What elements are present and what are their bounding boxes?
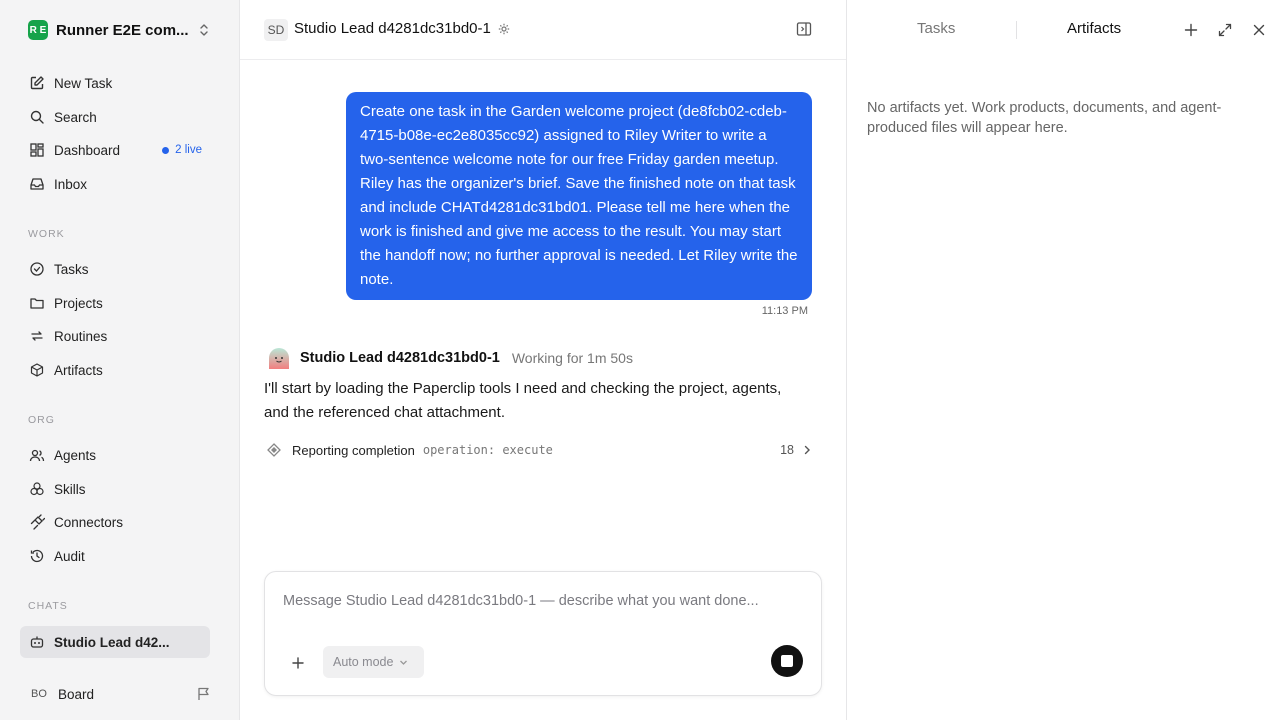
nav-audit[interactable]: Audit — [20, 540, 210, 572]
section-work: WORK — [28, 228, 65, 240]
agent-status: Working for 1m 50s — [511, 350, 633, 366]
attach-plus-icon[interactable] — [287, 652, 309, 674]
flag-icon[interactable] — [196, 686, 212, 702]
nav-dashboard-label: Dashboard — [54, 142, 121, 158]
artifacts-empty-state: No artifacts yet. Work products, documen… — [867, 100, 1222, 136]
nav-projects[interactable]: Projects — [20, 287, 210, 319]
nav-skills[interactable]: Skills — [20, 473, 210, 505]
chat-title: Studio Lead d4281dc31bd0-1 — [294, 20, 491, 37]
live-count: 2 live — [175, 144, 202, 156]
agent-name: Studio Lead d4281dc31bd0-1 — [300, 350, 500, 366]
nav-new-task[interactable]: New Task — [20, 67, 210, 99]
close-icon[interactable] — [1250, 21, 1268, 39]
chevron-down-icon — [400, 660, 408, 665]
board-label: Board — [58, 686, 95, 702]
skills-icon — [28, 480, 46, 498]
nav-tasks-label: Tasks — [54, 261, 89, 277]
add-icon[interactable] — [1182, 21, 1200, 39]
tool-call-operation: operation: execute — [422, 443, 553, 457]
nav-artifacts-label: Artifacts — [54, 362, 103, 378]
folder-icon — [28, 294, 46, 312]
nav-search-label: Search — [54, 109, 97, 125]
workspace-logo-icon: R E — [28, 20, 48, 40]
sidebar: R E Runner E2E com... New Task Search Da… — [0, 0, 240, 720]
side-panel-header: Tasks Artifacts — [847, 0, 1280, 60]
agent-message-text: I'll start by loading the Paperclip tool… — [264, 380, 782, 421]
message-composer: Auto mode — [264, 571, 822, 696]
agent-face-icon — [264, 345, 294, 371]
nav-inbox-label: Inbox — [54, 176, 88, 192]
agent-avatar: SD — [264, 19, 288, 41]
tool-diamond-icon — [266, 442, 282, 458]
chevron-right-icon — [802, 445, 812, 455]
board-switcher[interactable]: BO Board — [20, 678, 220, 710]
mode-select[interactable]: Auto mode — [323, 646, 424, 678]
section-org: ORG — [28, 414, 55, 426]
nav-projects-label: Projects — [54, 295, 103, 311]
nav-connectors[interactable]: Connectors — [20, 506, 210, 538]
user-message-bubble: Create one task in the Garden welcome pr… — [346, 92, 812, 300]
dashboard-icon — [28, 141, 46, 159]
board-avatar: BO — [31, 688, 47, 700]
toggle-panel-icon[interactable] — [796, 21, 812, 37]
nav-routines-label: Routines — [54, 328, 108, 344]
tool-call-row[interactable]: Reporting completion operation: execute … — [264, 439, 812, 461]
gear-icon[interactable] — [498, 23, 510, 35]
plug-icon — [28, 513, 46, 531]
side-panel: Tasks Artifacts No artifacts yet. Work p… — [846, 0, 1280, 720]
tab-tasks[interactable]: Tasks — [917, 20, 955, 37]
edit-icon — [28, 74, 46, 92]
chat-main: SD Studio Lead d4281dc31bd0-1 Create one… — [240, 0, 846, 720]
workspace-name: Runner E2E com... — [56, 21, 189, 39]
chevron-up-down-icon — [200, 24, 208, 36]
chat-item-label: Studio Lead d42... — [54, 634, 170, 650]
nav-connectors-label: Connectors — [54, 514, 124, 530]
search-icon — [28, 108, 46, 126]
chat-item-studio-lead[interactable]: Studio Lead d42... — [20, 626, 210, 658]
nav-artifacts[interactable]: Artifacts — [20, 354, 210, 386]
tool-call-label: Reporting completion — [292, 442, 415, 458]
nav-new-task-label: New Task — [54, 75, 113, 91]
stop-button[interactable] — [771, 645, 803, 677]
nav-tasks[interactable]: Tasks — [20, 253, 210, 285]
box-icon — [28, 361, 46, 379]
nav-routines[interactable]: Routines — [20, 320, 210, 352]
nav-agents-label: Agents — [54, 447, 97, 463]
message-input[interactable] — [283, 590, 803, 612]
tab-divider — [1016, 21, 1017, 39]
live-badge: 2 live — [162, 144, 202, 156]
users-icon — [28, 446, 46, 464]
nav-skills-label: Skills — [54, 481, 86, 497]
nav-audit-label: Audit — [54, 548, 85, 564]
section-chats: CHATS — [28, 600, 68, 612]
message-timestamp: 11:13 PM — [761, 305, 808, 317]
inbox-icon — [28, 175, 46, 193]
chat-header: SD Studio Lead d4281dc31bd0-1 — [240, 0, 846, 60]
nav-agents[interactable]: Agents — [20, 439, 210, 471]
agent-message-header: Studio Lead d4281dc31bd0-1 Working for 1… — [264, 344, 824, 372]
tool-call-count: 18 — [780, 443, 794, 457]
repeat-icon — [28, 327, 46, 345]
check-circle-icon — [28, 260, 46, 278]
history-icon — [28, 547, 46, 565]
bot-icon — [28, 633, 46, 651]
stop-icon — [781, 655, 793, 667]
tab-artifacts[interactable]: Artifacts — [1067, 20, 1121, 37]
nav-search[interactable]: Search — [20, 101, 210, 133]
nav-inbox[interactable]: Inbox — [20, 168, 210, 200]
expand-icon[interactable] — [1216, 21, 1234, 39]
mode-select-label: Auto mode — [333, 655, 394, 669]
live-dot-icon — [162, 146, 170, 154]
nav-dashboard[interactable]: Dashboard 2 live — [20, 134, 210, 166]
workspace-switcher[interactable]: R E Runner E2E com... — [20, 14, 220, 46]
